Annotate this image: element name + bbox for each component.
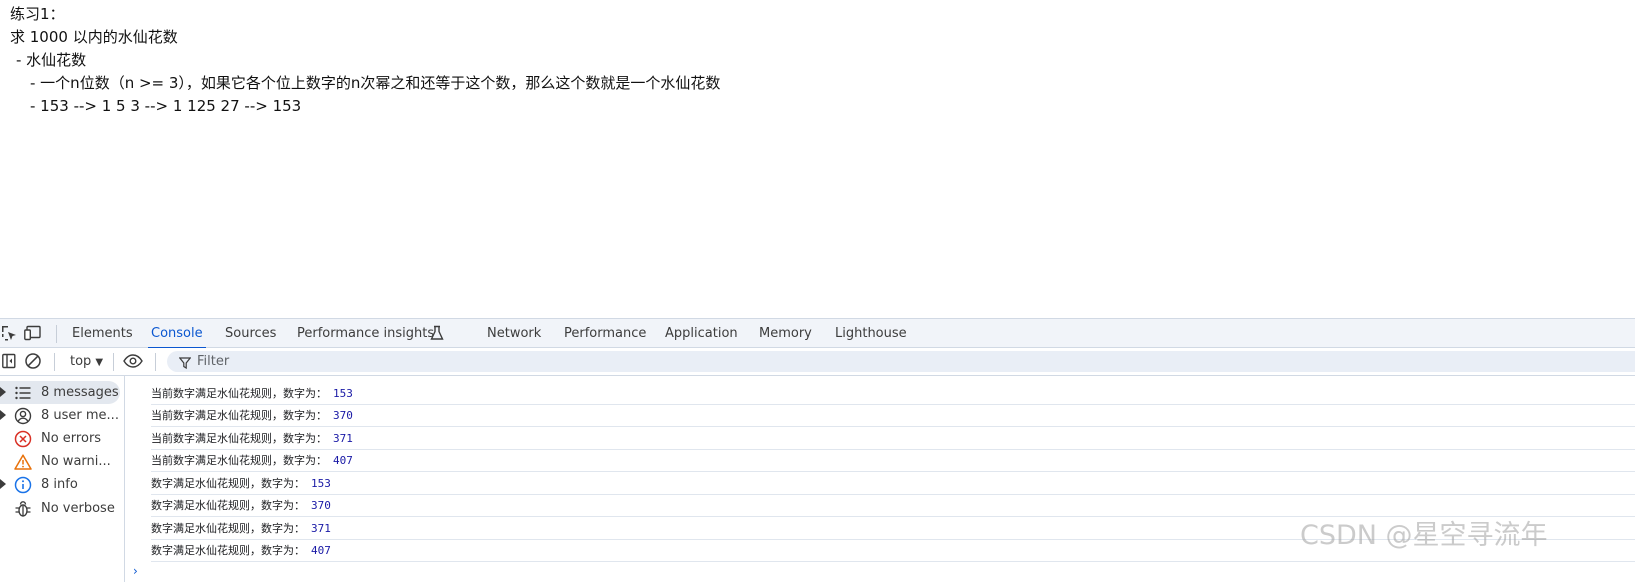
console-message-text: 当前数字满足水仙花规则，数字为： xyxy=(151,409,327,422)
sidebar-item-label: 8 user me... xyxy=(41,408,119,423)
user-icon xyxy=(14,407,32,425)
device-toolbar-icon[interactable] xyxy=(24,324,42,342)
expand-arrow-icon[interactable] xyxy=(0,387,6,397)
tab-performance[interactable]: Performance xyxy=(564,319,646,348)
page-content: 练习1： 求 1000 以内的水仙花数 - 水仙花数 - 一个n位数（n >= … xyxy=(0,0,1635,318)
tab-lighthouse[interactable]: Lighthouse xyxy=(835,319,907,348)
tabbar-separator xyxy=(56,325,57,343)
expand-arrow-icon[interactable] xyxy=(0,410,6,420)
live-expression-eye-icon[interactable] xyxy=(122,352,144,370)
sidebar-item-user-messages[interactable]: 8 user me... xyxy=(0,404,124,427)
sidebar-item-label: 8 info xyxy=(41,477,78,492)
clear-console-icon[interactable] xyxy=(24,352,42,370)
filter-funnel-icon xyxy=(178,355,192,376)
console-message-text: 数字满足水仙花规则，数字为： xyxy=(151,544,305,557)
experiment-flask-icon xyxy=(428,324,446,342)
page-line-definition: - 一个n位数（n >= 3），如果它各个位上数字的n次幂之和还等于这个数，那么… xyxy=(30,74,721,92)
page-line-title: 练习1： xyxy=(10,5,65,23)
console-toolbar: top ▼ Filter xyxy=(0,348,1635,376)
tab-console[interactable]: Console xyxy=(148,319,206,349)
console-message[interactable]: 当前数字满足水仙花规则，数字为： 371 xyxy=(151,428,1635,450)
sidebar-item-errors[interactable]: No errors xyxy=(0,427,124,450)
info-icon xyxy=(14,476,32,494)
devtools-tabbar: Elements Console Sources Performance ins… xyxy=(0,318,1635,349)
page-line-task: 求 1000 以内的水仙花数 xyxy=(10,28,178,46)
sidebar-item-label: No warni... xyxy=(41,454,111,469)
console-message-value: 371 xyxy=(311,522,331,535)
sidebar-item-warnings[interactable]: No warni... xyxy=(0,450,124,473)
context-selector-label: top xyxy=(70,354,92,369)
tab-performance-insights[interactable]: Performance insights xyxy=(297,319,434,348)
console-message[interactable]: 当前数字满足水仙花规则，数字为： 153 xyxy=(151,383,1635,405)
console-message[interactable]: 当前数字满足水仙花规则，数字为： 370 xyxy=(151,405,1635,427)
tab-sources[interactable]: Sources xyxy=(225,319,276,348)
sidebar-item-verbose[interactable]: No verbose xyxy=(0,497,124,520)
console-message-text: 当前数字满足水仙花规则，数字为： xyxy=(151,432,327,445)
page-line-example: - 153 --> 1 5 3 --> 1 125 27 --> 153 xyxy=(30,97,302,115)
console-sidebar: 8 messages 8 user me... No errors No war… xyxy=(0,376,125,582)
bug-icon xyxy=(14,500,32,518)
inspect-element-icon[interactable] xyxy=(0,324,18,342)
console-message-text: 当前数字满足水仙花规则，数字为： xyxy=(151,454,327,467)
tab-network[interactable]: Network xyxy=(487,319,541,348)
console-message[interactable]: 当前数字满足水仙花规则，数字为： 407 xyxy=(151,450,1635,472)
console-message-value: 370 xyxy=(333,409,353,422)
tab-elements[interactable]: Elements xyxy=(72,319,133,348)
error-icon xyxy=(14,430,32,448)
console-message-value: 407 xyxy=(311,544,331,557)
list-icon xyxy=(14,384,32,402)
console-prompt-icon[interactable]: › xyxy=(133,564,138,578)
console-message-value: 407 xyxy=(333,454,353,467)
console-message-value: 153 xyxy=(311,477,331,490)
console-message-text: 数字满足水仙花规则，数字为： xyxy=(151,477,305,490)
sidebar-item-info[interactable]: 8 info xyxy=(0,473,124,496)
page-line-term: - 水仙花数 xyxy=(16,51,87,69)
console-message-text: 数字满足水仙花规则，数字为： xyxy=(151,499,305,512)
context-selector[interactable]: top ▼ xyxy=(70,348,103,375)
console-message[interactable]: 数字满足水仙花规则，数字为： 153 xyxy=(151,473,1635,495)
watermark: CSDN @星空寻流年 xyxy=(1300,520,1548,551)
sidebar-item-label: 8 messages xyxy=(41,385,119,400)
sidebar-item-messages[interactable]: 8 messages xyxy=(0,381,120,404)
tab-memory[interactable]: Memory xyxy=(759,319,812,348)
sidebar-toggle-icon[interactable] xyxy=(0,352,18,370)
tab-application[interactable]: Application xyxy=(665,319,738,348)
console-message-value: 370 xyxy=(311,499,331,512)
console-message-text: 数字满足水仙花规则，数字为： xyxy=(151,522,305,535)
console-message-text: 当前数字满足水仙花规则，数字为： xyxy=(151,387,327,400)
toolbar-separator xyxy=(113,353,114,371)
toolbar-separator xyxy=(155,353,156,371)
warning-icon xyxy=(14,453,32,471)
filter-input[interactable]: Filter xyxy=(167,351,1635,372)
console-message-value: 153 xyxy=(333,387,353,400)
caret-down-icon: ▼ xyxy=(95,357,104,368)
sidebar-item-label: No errors xyxy=(41,431,102,446)
console-message-value: 371 xyxy=(333,432,353,445)
sidebar-item-label: No verbose xyxy=(41,501,115,516)
toolbar-separator xyxy=(54,353,55,371)
expand-arrow-icon[interactable] xyxy=(0,479,6,489)
filter-placeholder: Filter xyxy=(197,354,230,369)
